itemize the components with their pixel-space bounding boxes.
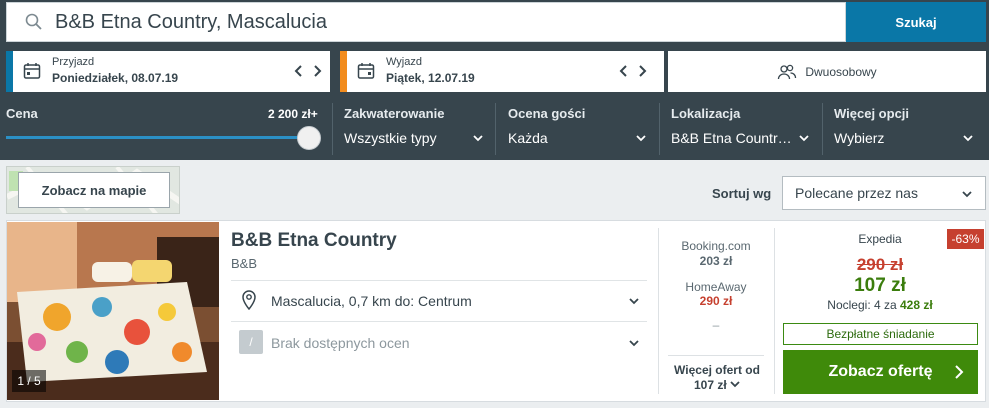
- price-slider-track[interactable]: [6, 136, 308, 139]
- location-pin-icon: [242, 290, 256, 310]
- room-type-selector[interactable]: Dwuosobowy: [668, 51, 986, 92]
- search-input[interactable]: B&B Etna Country, Mascalucia: [6, 2, 846, 42]
- chevron-right-icon[interactable]: [634, 63, 650, 79]
- checkin-date: Poniedziałek, 08.07.19: [52, 71, 179, 85]
- chevron-left-icon[interactable]: [291, 63, 307, 79]
- location-filter-label: Lokalizacja: [671, 106, 741, 121]
- more-offers-link[interactable]: Więcej ofert od 107 zł: [660, 363, 774, 393]
- chevron-down-icon[interactable]: [472, 132, 484, 144]
- nights-total-price: 428 zł: [900, 298, 933, 312]
- calendar-icon: [357, 63, 375, 79]
- hotel-name[interactable]: B&B Etna Country: [231, 230, 397, 252]
- checkin-accent: [6, 51, 13, 92]
- provider-placeholder: –: [712, 318, 720, 332]
- room-type-label: Dwuosobowy: [805, 64, 877, 79]
- price-max: 2 200 zł+: [268, 107, 318, 121]
- hotel-location[interactable]: Mascalucia, 0,7 km do: Centrum: [271, 293, 472, 309]
- provider-name[interactable]: HomeAway: [658, 280, 774, 294]
- best-price[interactable]: 107 zł: [820, 275, 940, 297]
- more-options-value[interactable]: Wybierz: [834, 130, 884, 146]
- rating-filter-label: Ocena gości: [508, 106, 586, 121]
- accommodation-filter-value[interactable]: Wszystkie typy: [344, 130, 437, 146]
- users-icon: [778, 64, 797, 79]
- checkin-field[interactable]: Przyjazd Poniedziałek, 08.07.19: [6, 51, 330, 92]
- chevron-down-icon[interactable]: [635, 132, 647, 144]
- chevron-left-icon[interactable]: [616, 63, 632, 79]
- search-button[interactable]: Szukaj: [846, 2, 986, 42]
- filter-divider: [495, 103, 496, 155]
- accommodation-filter-label: Zakwaterowanie: [344, 106, 445, 121]
- sort-value: Polecane przez nas: [795, 185, 918, 201]
- filter-divider: [822, 103, 823, 155]
- nights-prefix: Noclegi: 4 za: [827, 298, 900, 312]
- more-offers-price-row: 107 zł: [660, 378, 774, 393]
- view-on-map-button[interactable]: Zobacz na mapie: [18, 172, 170, 208]
- hotel-type: B&B: [231, 256, 258, 271]
- chevron-down-icon[interactable]: [798, 132, 810, 144]
- view-deal-label: Zobacz ofertę: [828, 363, 933, 380]
- discount-badge: -63%: [947, 229, 984, 249]
- free-breakfast-badge: Bezpłatne śniadanie: [783, 323, 978, 345]
- rating-badge: /: [239, 330, 263, 354]
- provider-price[interactable]: 290 zł: [658, 294, 774, 308]
- checkout-label: Wyjazd: [386, 56, 422, 68]
- sort-label: Sortuj wg: [712, 186, 772, 201]
- provider-price[interactable]: 203 zł: [658, 254, 774, 268]
- chevron-down-icon: [730, 381, 740, 388]
- photo-counter: 1 / 5: [12, 370, 46, 392]
- chevron-down-icon[interactable]: [962, 132, 974, 144]
- divider: [668, 355, 764, 356]
- filter-divider: [332, 103, 333, 155]
- chevron-right-icon: [955, 365, 964, 379]
- price-filter-label: Cena: [6, 106, 38, 121]
- chevron-down-icon[interactable]: [628, 295, 640, 307]
- rating-filter-value[interactable]: Każda: [508, 130, 548, 146]
- more-offers-price: 107 zł: [693, 378, 727, 392]
- checkin-label: Przyjazd: [52, 56, 95, 68]
- no-reviews-text[interactable]: Brak dostępnych ocen: [271, 335, 410, 351]
- checkout-accent: [340, 51, 347, 92]
- provider-name[interactable]: Booking.com: [658, 239, 774, 253]
- location-filter-value[interactable]: B&B Etna Countr…: [671, 130, 792, 146]
- divider: [231, 280, 647, 281]
- divider: [231, 321, 647, 322]
- chevron-right-icon[interactable]: [309, 63, 325, 79]
- chevron-down-icon: [962, 191, 972, 198]
- price-slider-handle[interactable]: [297, 126, 321, 150]
- column-divider: [774, 228, 775, 394]
- calendar-icon: [23, 63, 41, 79]
- best-deal-provider[interactable]: Expedia: [820, 232, 940, 246]
- more-offers-label: Więcej ofert od: [674, 363, 760, 377]
- chevron-down-icon[interactable]: [628, 337, 640, 349]
- nights-total: Noclegi: 4 za 428 zł: [790, 298, 970, 312]
- old-price: 290 zł: [856, 255, 904, 274]
- more-options-label: Więcej opcji: [834, 106, 910, 121]
- search-icon: [25, 13, 42, 30]
- sort-select[interactable]: Polecane przez nas: [782, 176, 986, 210]
- checkout-field[interactable]: Wyjazd Piątek, 12.07.19: [340, 51, 664, 92]
- search-value: B&B Etna Country, Mascalucia: [55, 11, 327, 33]
- view-deal-button[interactable]: Zobacz ofertę: [783, 350, 978, 394]
- checkout-date: Piątek, 12.07.19: [386, 71, 475, 85]
- filter-divider: [659, 103, 660, 155]
